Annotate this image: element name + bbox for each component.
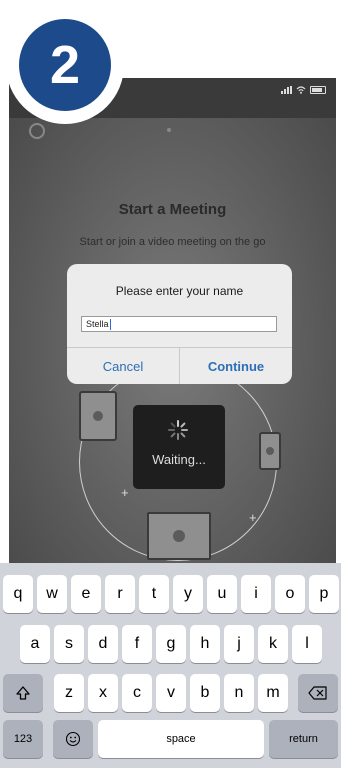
key-h[interactable]: h: [190, 625, 220, 663]
emoji-icon: [65, 731, 81, 747]
shift-key[interactable]: [3, 674, 43, 712]
key-l[interactable]: l: [292, 625, 322, 663]
key-g[interactable]: g: [156, 625, 186, 663]
continue-button[interactable]: Continue: [179, 348, 292, 384]
key-o[interactable]: o: [275, 575, 305, 613]
key-u[interactable]: u: [207, 575, 237, 613]
gear-icon[interactable]: [29, 123, 45, 139]
space-key[interactable]: space: [98, 720, 264, 758]
key-p[interactable]: p: [309, 575, 339, 613]
key-y[interactable]: y: [173, 575, 203, 613]
shift-icon: [16, 686, 30, 700]
cellular-signal-icon: [281, 86, 292, 94]
dialog-title: Please enter your name: [115, 284, 244, 298]
status-bar: [281, 86, 326, 94]
key-v[interactable]: v: [156, 674, 186, 712]
step-number: 2: [19, 19, 111, 111]
step-badge: 2: [6, 6, 124, 124]
key-f[interactable]: f: [122, 625, 152, 663]
page-indicator: [167, 128, 171, 132]
key-w[interactable]: w: [37, 575, 67, 613]
page-subtitle: Start or join a video meeting on the go: [79, 236, 266, 248]
backspace-key[interactable]: [298, 674, 338, 712]
keyboard: q w e r t y u i o p a s d f g h j k l z …: [0, 563, 341, 768]
key-x[interactable]: x: [88, 674, 118, 712]
text-cursor: [109, 319, 111, 331]
key-t[interactable]: t: [139, 575, 169, 613]
name-dialog: Please enter your name Stella Cancel Con…: [67, 264, 292, 384]
key-d[interactable]: d: [88, 625, 118, 663]
plus-icon: +: [121, 485, 129, 500]
key-m[interactable]: m: [258, 674, 288, 712]
tablet-icon: [79, 391, 117, 441]
key-k[interactable]: k: [258, 625, 288, 663]
waiting-label: Waiting...: [152, 452, 206, 467]
key-z[interactable]: z: [54, 674, 84, 712]
emoji-key[interactable]: [53, 720, 93, 758]
name-input[interactable]: Stella: [81, 316, 277, 332]
key-j[interactable]: j: [224, 625, 254, 663]
numbers-key[interactable]: 123: [3, 720, 43, 758]
key-e[interactable]: e: [71, 575, 101, 613]
wifi-icon: [296, 86, 306, 94]
dialog-buttons: Cancel Continue: [67, 347, 292, 384]
spinner-icon: [168, 420, 188, 440]
cancel-button[interactable]: Cancel: [67, 348, 179, 384]
plus-icon: +: [249, 510, 257, 525]
app-screen: Start a Meeting Start or join a video me…: [9, 78, 336, 563]
backspace-icon: [308, 686, 327, 700]
return-key[interactable]: return: [269, 720, 338, 758]
waiting-indicator: Waiting...: [133, 405, 225, 489]
key-q[interactable]: q: [3, 575, 33, 613]
key-i[interactable]: i: [241, 575, 271, 613]
page-title: Start a Meeting: [118, 201, 227, 218]
key-r[interactable]: r: [105, 575, 135, 613]
phone: Start a Meeting Start or join a video me…: [0, 0, 341, 768]
key-a[interactable]: a: [20, 625, 50, 663]
key-s[interactable]: s: [54, 625, 84, 663]
battery-icon: [310, 86, 326, 94]
key-c[interactable]: c: [122, 674, 152, 712]
name-input-value: Stella: [86, 319, 109, 329]
key-n[interactable]: n: [224, 674, 254, 712]
phone-icon: [259, 432, 281, 470]
room-screen-icon: [147, 512, 211, 560]
key-b[interactable]: b: [190, 674, 220, 712]
